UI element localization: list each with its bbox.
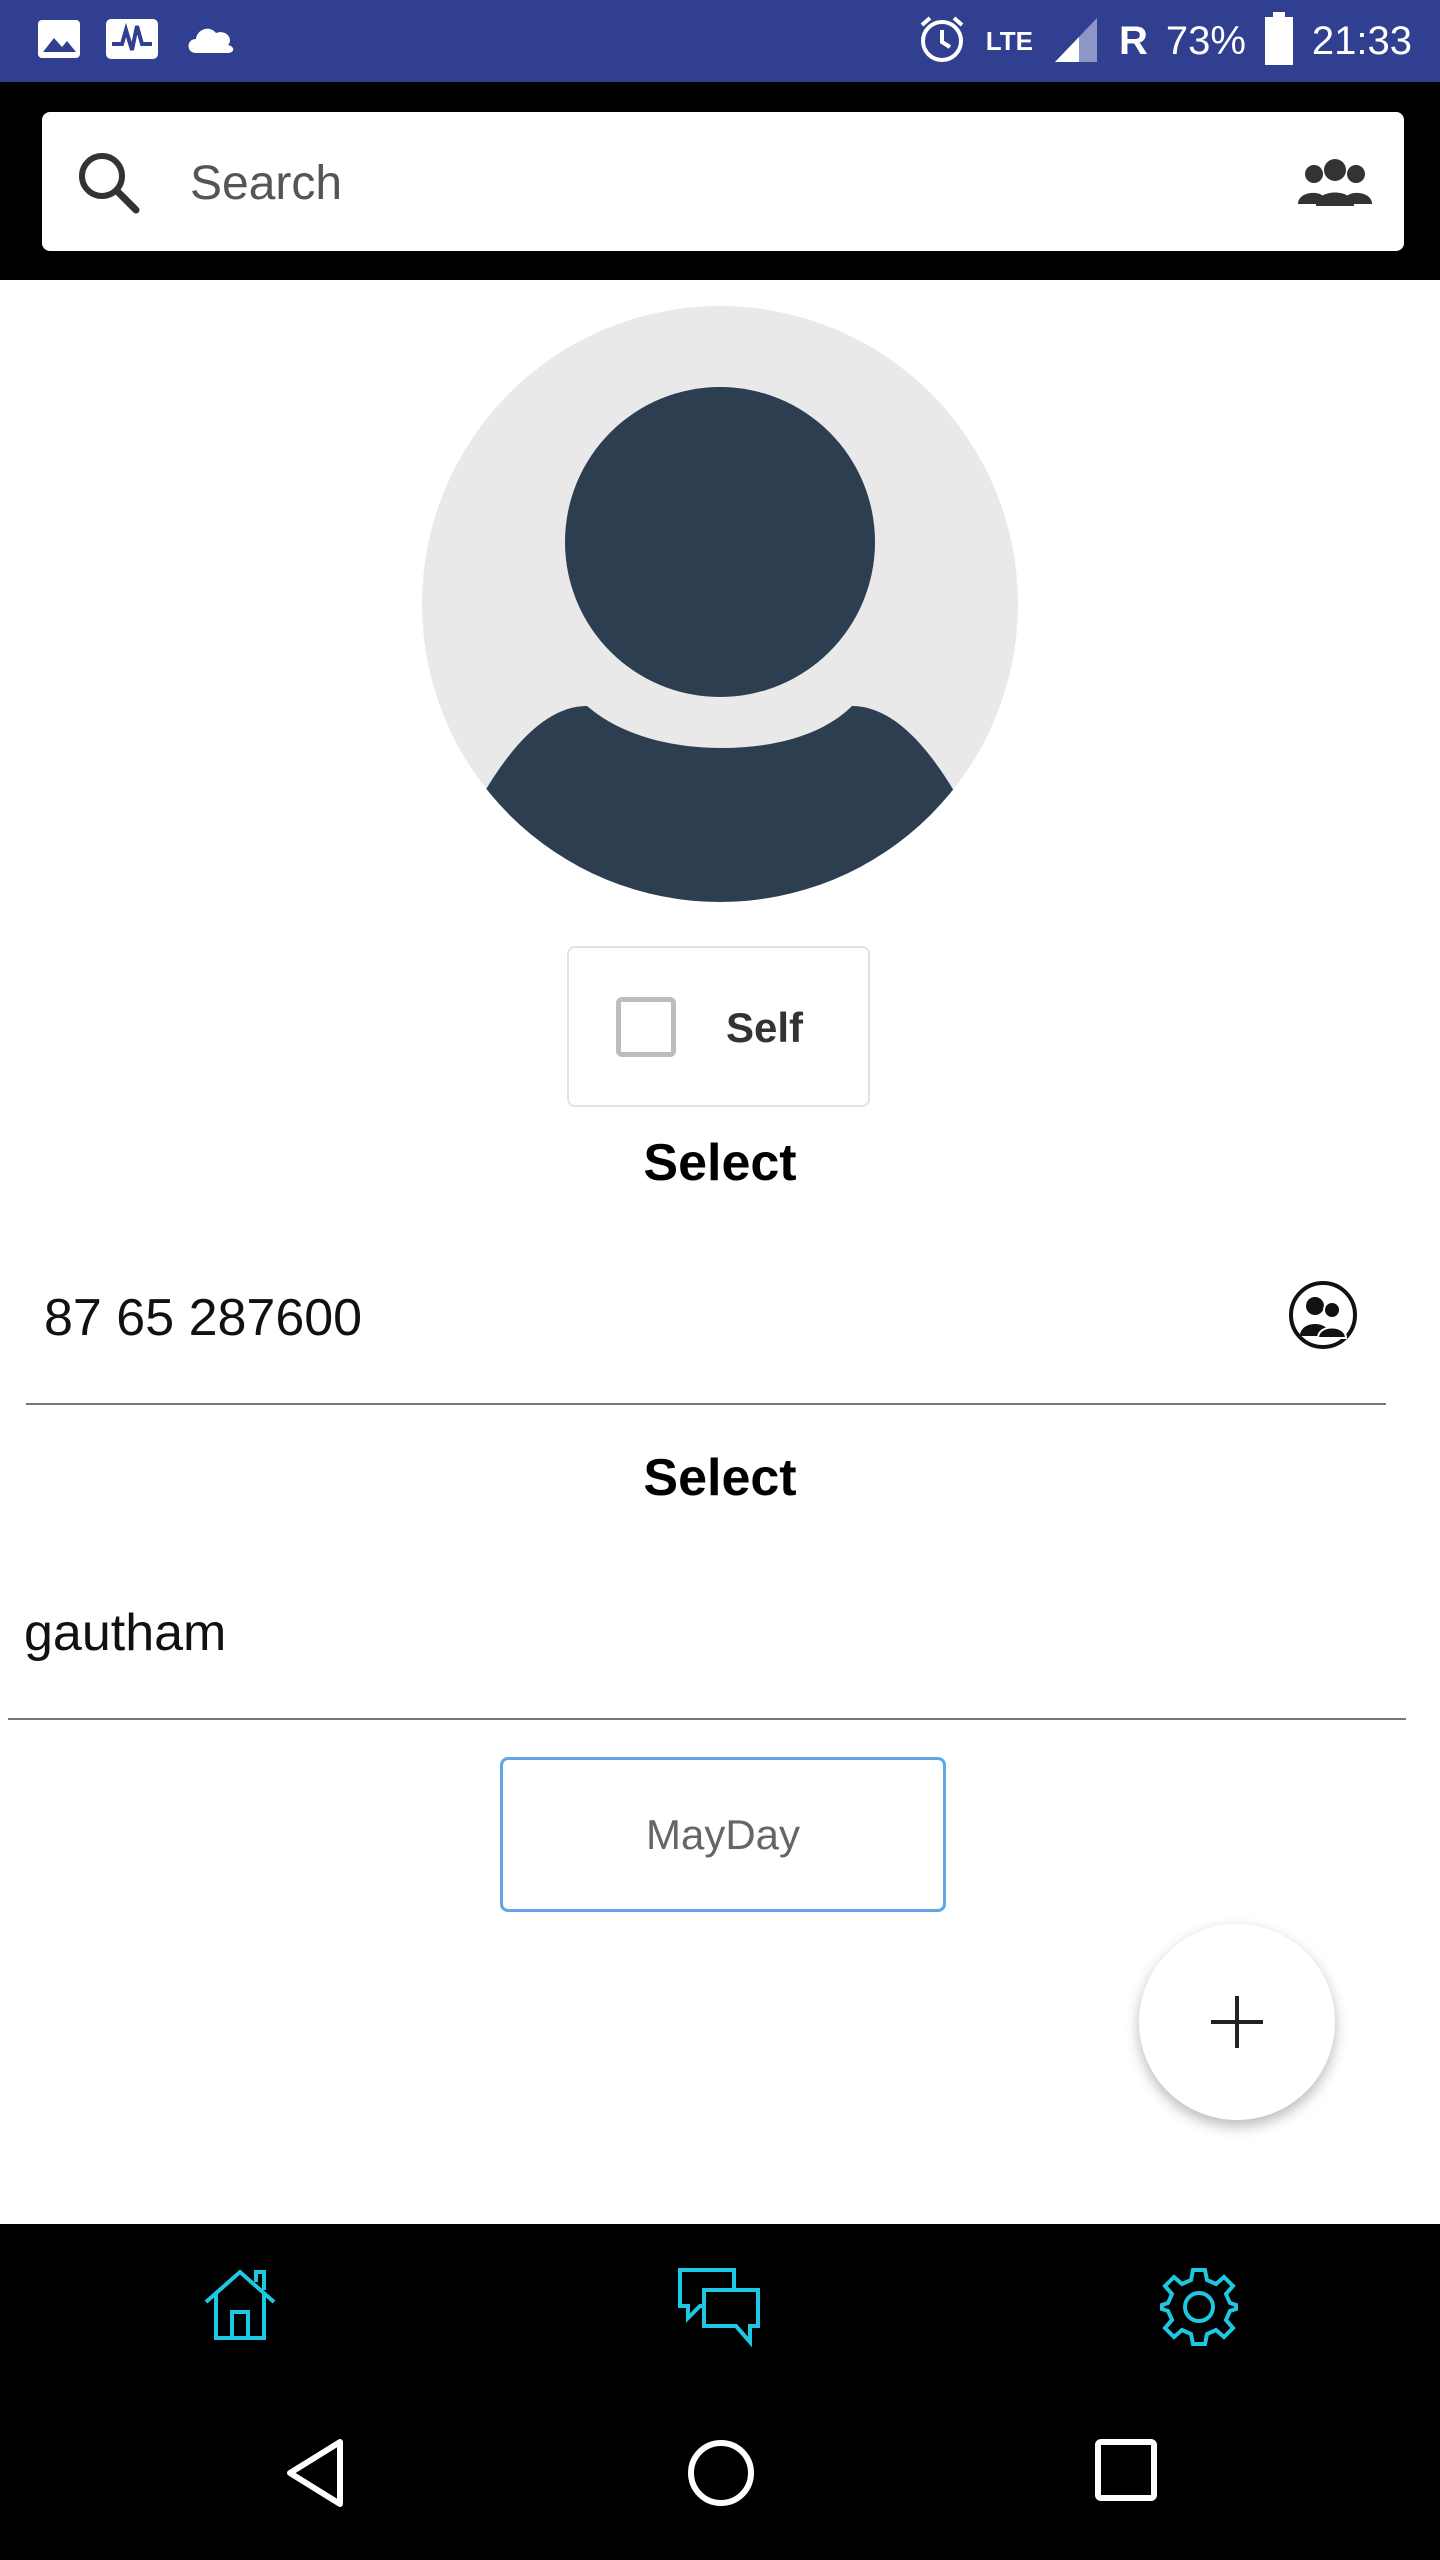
signal-icon	[1051, 14, 1101, 69]
activity-notification-icon	[104, 16, 160, 67]
recents-icon[interactable]	[1094, 2438, 1158, 2507]
clock: 21:33	[1311, 18, 1412, 63]
name-select-heading[interactable]: Select	[0, 1448, 1440, 1508]
name-divider	[8, 1718, 1406, 1720]
chat-icon[interactable]	[676, 2266, 762, 2353]
cloud-notification-icon	[182, 19, 240, 64]
self-option[interactable]: Self	[567, 946, 870, 1107]
back-icon[interactable]	[284, 2438, 346, 2513]
self-checkbox[interactable]	[616, 997, 676, 1057]
status-bar: LTE R 73% 21:33	[0, 0, 1440, 82]
contact-select-heading[interactable]: Select	[0, 1133, 1440, 1193]
network-type: LTE	[985, 25, 1033, 56]
name-field[interactable]: gautham	[24, 1603, 226, 1663]
plus-icon	[1211, 1996, 1263, 2048]
settings-icon[interactable]	[1158, 2266, 1240, 2353]
gallery-notification-icon	[36, 16, 82, 67]
avatar[interactable]	[422, 306, 1018, 902]
self-label: Self	[726, 1004, 804, 1051]
phone-divider	[26, 1403, 1386, 1405]
roaming-indicator: R	[1118, 18, 1148, 63]
app-header: Search	[0, 82, 1440, 280]
home-circle-icon[interactable]	[686, 2438, 756, 2513]
bottom-navigation	[0, 2224, 1440, 2384]
home-icon[interactable]	[200, 2266, 280, 2347]
contacts-picker-icon[interactable]	[1288, 1280, 1358, 1355]
mayday-button[interactable]: MayDay	[500, 1757, 946, 1912]
add-button[interactable]	[1139, 1924, 1335, 2120]
group-contacts-icon[interactable]	[1298, 156, 1372, 213]
battery-icon	[1264, 11, 1294, 71]
system-navigation-bar	[0, 2384, 1440, 2560]
alarm-icon	[916, 13, 968, 70]
battery-percent: 73%	[1165, 18, 1246, 63]
search-input[interactable]: Search	[190, 156, 342, 211]
phone-number-field[interactable]: 87 65 287600	[44, 1288, 362, 1348]
search-bar[interactable]: Search	[42, 112, 1404, 251]
search-icon[interactable]	[74, 148, 144, 223]
